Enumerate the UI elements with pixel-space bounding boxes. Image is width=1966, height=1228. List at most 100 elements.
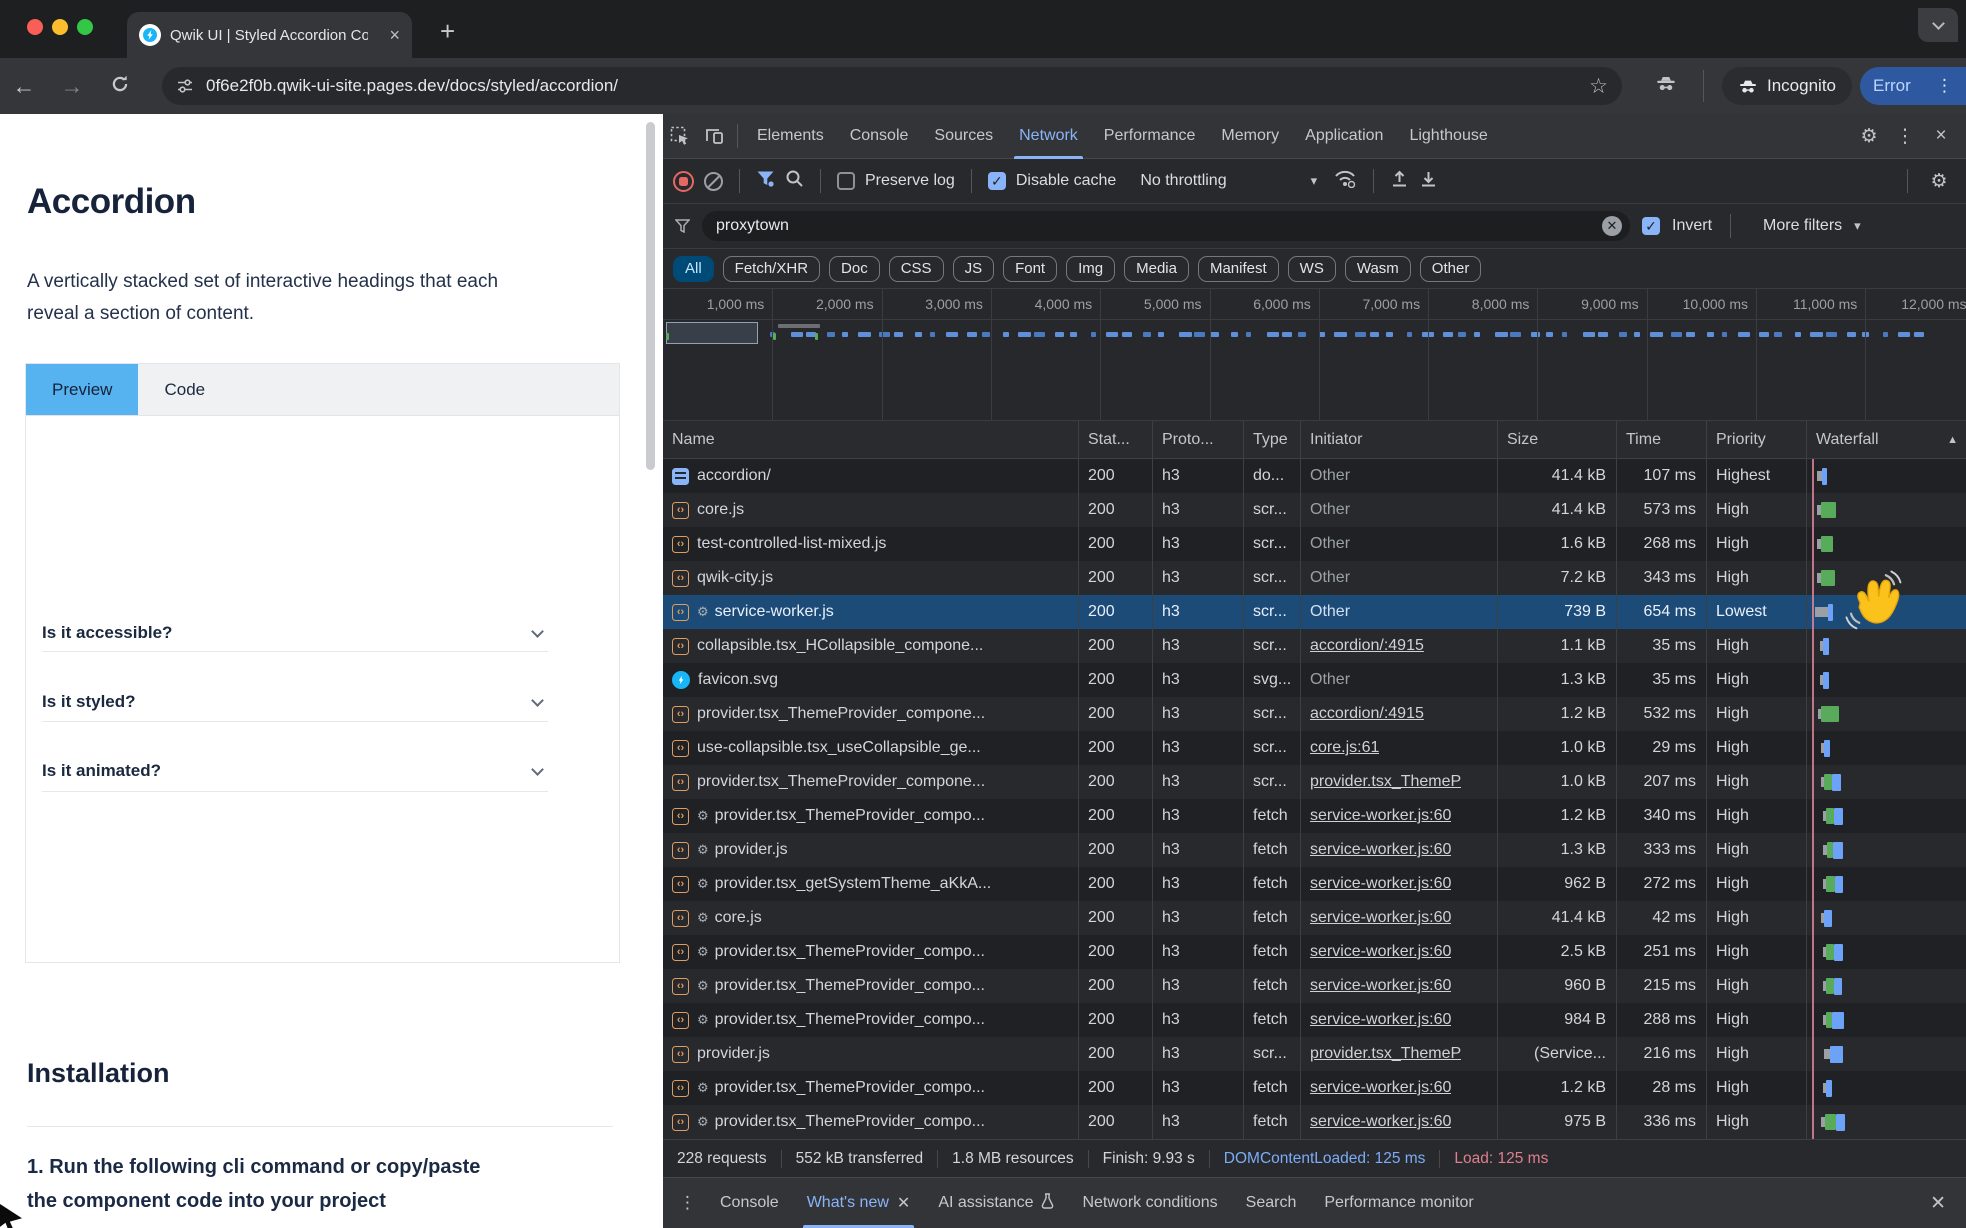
initiator-link[interactable]: provider.tsx_ThemeP (1310, 1045, 1461, 1063)
filter-chip-fetch-xhr[interactable]: Fetch/XHR (723, 256, 820, 282)
filter-chip-manifest[interactable]: Manifest (1198, 256, 1279, 282)
bookmark-star-icon[interactable]: ☆ (1589, 74, 1608, 99)
request-name-cell[interactable]: ‹›⚙provider.tsx_ThemeProvider_compo... (663, 969, 1078, 1003)
request-name-cell[interactable]: ‹›⚙provider.tsx_ThemeProvider_compo... (663, 1003, 1078, 1037)
column-header-size[interactable]: Size (1497, 421, 1616, 458)
column-header-proto[interactable]: Proto... (1152, 421, 1243, 458)
overview-selection-window[interactable] (666, 322, 758, 344)
network-settings-gear-icon[interactable]: ⚙ (1922, 170, 1956, 193)
drawer-tab-console[interactable]: Console (706, 1178, 793, 1228)
devtools-tab-performance[interactable]: Performance (1091, 114, 1209, 159)
omnibox[interactable]: 0f6e2f0b.qwik-ui-site.pages.dev/docs/sty… (162, 67, 1622, 105)
network-request-row[interactable]: ‹›⚙provider.tsx_ThemeProvider_compo...20… (663, 969, 1966, 1003)
network-request-row[interactable]: ‹›⚙service-worker.js200h3scr...Other739 … (663, 595, 1966, 629)
filter-chip-ws[interactable]: WS (1288, 256, 1336, 282)
network-request-row[interactable]: ‹›⚙provider.tsx_ThemeProvider_compo...20… (663, 1003, 1966, 1037)
disable-cache-checkbox[interactable] (988, 172, 1006, 190)
column-header-priority[interactable]: Priority (1706, 421, 1806, 458)
request-name-cell[interactable]: ‹›⚙provider.tsx_getSystemTheme_aKkA... (663, 867, 1078, 901)
request-name-cell[interactable]: ‹›⚙provider.js (663, 833, 1078, 867)
initiator-link[interactable]: accordion/:4915 (1310, 705, 1424, 723)
drawer-close-icon[interactable]: ✕ (1930, 1192, 1960, 1215)
filter-chip-img[interactable]: Img (1066, 256, 1115, 282)
request-name-cell[interactable]: ‹›qwik-city.js (663, 561, 1078, 595)
initiator-link[interactable]: service-worker.js:60 (1310, 807, 1451, 825)
browser-tab[interactable]: Qwik UI | Styled Accordion Co × (127, 12, 412, 58)
back-button[interactable]: ← (0, 73, 48, 100)
drawer-tab-close-icon[interactable]: ✕ (897, 1193, 910, 1213)
tab-search-button[interactable] (1918, 8, 1958, 42)
kebab-menu-icon[interactable]: ⋮ (1936, 76, 1953, 96)
filter-chip-doc[interactable]: Doc (829, 256, 880, 282)
overview-activity-band[interactable] (663, 319, 1966, 421)
page-scrollbar-thumb[interactable] (646, 122, 655, 470)
request-name-cell[interactable]: ‹›provider.js (663, 1037, 1078, 1071)
initiator-link[interactable]: service-worker.js:60 (1310, 1011, 1451, 1029)
column-header-initiator[interactable]: Initiator (1300, 421, 1497, 458)
accordion-item-header[interactable]: Is it styled? (42, 687, 548, 717)
filter-chip-media[interactable]: Media (1124, 256, 1189, 282)
initiator-link[interactable]: service-worker.js:60 (1310, 909, 1451, 927)
close-window-button[interactable] (27, 19, 43, 35)
reload-button[interactable] (96, 73, 144, 100)
network-request-row[interactable]: ‹›core.js200h3scr...Other41.4 kB573 msHi… (663, 493, 1966, 527)
network-request-row[interactable]: accordion/200h3do...Other41.4 kB107 msHi… (663, 459, 1966, 493)
request-name-cell[interactable]: ‹›⚙service-worker.js (663, 595, 1078, 629)
network-request-row[interactable]: ‹›⚙core.js200h3fetchservice-worker.js:60… (663, 901, 1966, 935)
new-tab-button[interactable]: + (440, 16, 455, 47)
request-name-cell[interactable]: ‹›⚙core.js (663, 901, 1078, 935)
column-header-stat[interactable]: Stat... (1078, 421, 1152, 458)
site-settings-icon[interactable] (176, 78, 194, 94)
search-icon[interactable] (785, 169, 804, 193)
request-name-cell[interactable]: ‹›core.js (663, 493, 1078, 527)
filter-funnel-icon[interactable] (756, 170, 775, 192)
tab-close-icon[interactable]: × (389, 25, 400, 46)
filter-chip-wasm[interactable]: Wasm (1345, 256, 1411, 282)
request-name-cell[interactable]: ‹›⚙provider.tsx_ThemeProvider_compo... (663, 1071, 1078, 1105)
request-name-cell[interactable]: ‹›collapsible.tsx_HCollapsible_compone..… (663, 629, 1078, 663)
initiator-link[interactable]: service-worker.js:60 (1310, 875, 1451, 893)
network-request-row[interactable]: ‹›⚙provider.tsx_ThemeProvider_compo...20… (663, 935, 1966, 969)
devtools-close-icon[interactable]: × (1924, 125, 1958, 147)
device-toolbar-icon[interactable] (697, 127, 731, 145)
initiator-link[interactable]: core.js:61 (1310, 739, 1379, 757)
clear-filter-icon[interactable]: ✕ (1602, 216, 1622, 236)
filter-chip-other[interactable]: Other (1420, 256, 1482, 282)
drawer-tab-what-s-new[interactable]: What's new✕ (793, 1178, 925, 1228)
network-request-row[interactable]: ‹›provider.js200h3scr...provider.tsx_The… (663, 1037, 1966, 1071)
network-request-row[interactable]: ‹›⚙provider.tsx_getSystemTheme_aKkA...20… (663, 867, 1966, 901)
network-request-row[interactable]: ‹›provider.tsx_ThemeProvider_compone...2… (663, 697, 1966, 731)
filter-chip-js[interactable]: JS (953, 256, 995, 282)
invert-checkbox[interactable] (1642, 217, 1660, 235)
tab-code[interactable]: Code (138, 364, 231, 415)
accordion-item-header[interactable]: Is it accessible? (42, 618, 548, 648)
network-request-row[interactable]: ‹›qwik-city.js200h3scr...Other7.2 kB343 … (663, 561, 1966, 595)
request-name-cell[interactable]: favicon.svg (663, 663, 1078, 697)
devtools-tab-application[interactable]: Application (1292, 114, 1396, 159)
preserve-log-checkbox[interactable] (837, 172, 855, 190)
network-filter-input[interactable] (702, 211, 1630, 241)
record-network-log-button[interactable] (673, 171, 694, 192)
column-header-time[interactable]: Time (1616, 421, 1706, 458)
devtools-tab-network[interactable]: Network (1006, 114, 1091, 159)
profile-mini-icon[interactable] (1655, 75, 1677, 97)
devtools-kebab-menu-icon[interactable]: ⋮ (1888, 125, 1922, 148)
accordion-item-header[interactable]: Is it animated? (42, 756, 548, 786)
request-name-cell[interactable]: ‹›provider.tsx_ThemeProvider_compone... (663, 765, 1078, 799)
devtools-tab-lighthouse[interactable]: Lighthouse (1396, 114, 1500, 159)
request-name-cell[interactable]: ‹›use-collapsible.tsx_useCollapsible_ge.… (663, 731, 1078, 765)
request-name-cell[interactable]: accordion/ (663, 459, 1078, 493)
request-name-cell[interactable]: ‹›test-controlled-list-mixed.js (663, 527, 1078, 561)
column-header-type[interactable]: Type (1243, 421, 1300, 458)
initiator-link[interactable]: accordion/:4915 (1310, 637, 1424, 655)
column-header-waterfall[interactable]: Waterfall▲ (1806, 421, 1966, 458)
filter-chip-all[interactable]: All (673, 256, 714, 282)
network-request-row[interactable]: ‹›use-collapsible.tsx_useCollapsible_ge.… (663, 731, 1966, 765)
network-request-row[interactable]: ‹›⚙provider.tsx_ThemeProvider_compo...20… (663, 1071, 1966, 1105)
initiator-link[interactable]: service-worker.js:60 (1310, 1079, 1451, 1097)
initiator-link[interactable]: service-worker.js:60 (1310, 977, 1451, 995)
drawer-tab-performance-monitor[interactable]: Performance monitor (1310, 1178, 1487, 1228)
zoom-window-button[interactable] (77, 19, 93, 35)
drawer-tab-ai-assistance[interactable]: AI assistance (924, 1178, 1068, 1228)
initiator-link[interactable]: service-worker.js:60 (1310, 943, 1451, 961)
